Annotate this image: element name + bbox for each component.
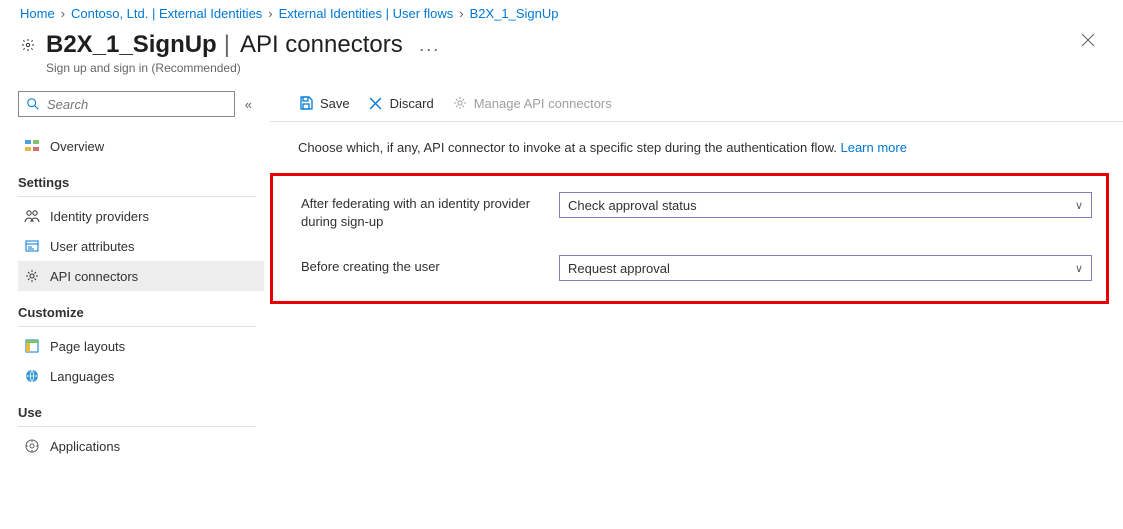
chevron-down-icon: ∨ [1075, 199, 1083, 212]
more-button[interactable]: ··· [419, 39, 440, 60]
manage-icon [452, 95, 468, 111]
discard-label: Discard [390, 96, 434, 111]
search-input[interactable] [47, 97, 228, 112]
chevron-right-icon: › [268, 6, 272, 21]
sidebar-item-label: User attributes [50, 239, 135, 254]
manage-label: Manage API connectors [474, 96, 612, 111]
sidebar-item-identity-providers[interactable]: Identity providers [18, 201, 270, 231]
breadcrumb-current[interactable]: B2X_1_SignUp [470, 6, 559, 21]
select-after-federating[interactable]: Check approval status ∨ [559, 192, 1092, 218]
learn-more-link[interactable]: Learn more [840, 140, 906, 155]
search-box[interactable] [18, 91, 235, 117]
sidebar-item-label: Languages [50, 369, 114, 384]
save-icon [298, 95, 314, 111]
config-label-federating: After federating with an identity provid… [301, 192, 549, 231]
select-before-creating[interactable]: Request approval ∨ [559, 255, 1092, 281]
sidebar-item-label: Overview [50, 139, 104, 154]
page-layouts-icon [24, 338, 40, 354]
save-label: Save [320, 96, 350, 111]
highlighted-config-area: After federating with an identity provid… [270, 173, 1109, 304]
config-label-before-create: Before creating the user [301, 255, 549, 276]
user-attributes-icon [24, 238, 40, 254]
sidebar-item-label: Applications [50, 439, 120, 454]
chevron-right-icon: › [459, 6, 463, 21]
sidebar-item-api-connectors[interactable]: API connectors [18, 261, 264, 291]
sidebar-item-languages[interactable]: Languages [18, 361, 270, 391]
sidebar-item-label: Identity providers [50, 209, 149, 224]
sidebar-item-applications[interactable]: Applications [18, 431, 270, 461]
save-button[interactable]: Save [298, 95, 350, 111]
overview-icon [24, 138, 40, 154]
manage-api-connectors-button: Manage API connectors [452, 95, 612, 111]
page-subtitle: Sign up and sign in (Recommended) [46, 61, 403, 75]
collapse-sidebar-button[interactable]: « [241, 97, 256, 112]
select-value: Check approval status [568, 198, 697, 213]
breadcrumb: Home › Contoso, Ltd. | External Identiti… [0, 0, 1123, 25]
sidebar-item-page-layouts[interactable]: Page layouts [18, 331, 270, 361]
toolbar: Save Discard Manage API connectors [270, 91, 1123, 122]
main-content: Save Discard Manage API connectors Choos… [270, 85, 1123, 524]
identity-providers-icon [24, 208, 40, 224]
chevron-down-icon: ∨ [1075, 262, 1083, 275]
flow-icon [20, 37, 36, 53]
api-connectors-icon [24, 268, 40, 284]
sidebar-section-customize: Customize [18, 291, 256, 327]
discard-icon [368, 95, 384, 111]
sidebar-section-use: Use [18, 391, 256, 427]
languages-icon [24, 368, 40, 384]
select-value: Request approval [568, 261, 670, 276]
sidebar-item-user-attributes[interactable]: User attributes [18, 231, 270, 261]
breadcrumb-userflows[interactable]: External Identities | User flows [279, 6, 454, 21]
description: Choose which, if any, API connector to i… [270, 122, 1123, 167]
sidebar-item-overview[interactable]: Overview [18, 131, 270, 161]
page-title: B2X_1_SignUp [46, 31, 217, 59]
search-icon [25, 96, 41, 112]
page-subtitle-section: API connectors [237, 31, 403, 59]
sidebar: « Overview Settings Identity providers U… [0, 85, 270, 524]
chevron-right-icon: › [61, 6, 65, 21]
sidebar-item-label: API connectors [50, 269, 138, 284]
breadcrumb-tenant[interactable]: Contoso, Ltd. | External Identities [71, 6, 262, 21]
sidebar-section-settings: Settings [18, 161, 256, 197]
applications-icon [24, 438, 40, 454]
page-header: B2X_1_SignUp | API connectors Sign up an… [0, 25, 1123, 85]
discard-button[interactable]: Discard [368, 95, 434, 111]
sidebar-item-label: Page layouts [50, 339, 125, 354]
breadcrumb-home[interactable]: Home [20, 6, 55, 21]
close-button[interactable] [1081, 33, 1095, 50]
